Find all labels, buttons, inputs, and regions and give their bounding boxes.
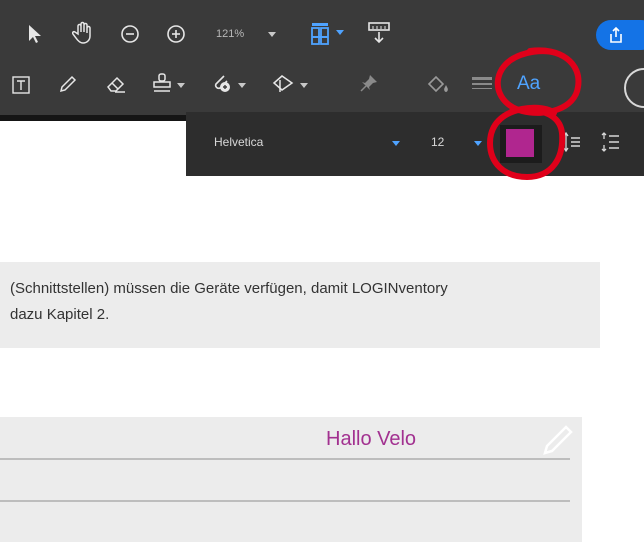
- form-line-2: [0, 500, 570, 502]
- form-field-area: [0, 417, 582, 542]
- stamp-dropdown-icon[interactable]: [177, 83, 185, 88]
- zoom-out-icon[interactable]: [118, 22, 142, 46]
- text-box-icon[interactable]: [10, 74, 32, 96]
- share-icon: [608, 26, 624, 49]
- font-dropdown-icon[interactable]: [392, 141, 400, 146]
- zoom-dropdown-icon[interactable]: [268, 32, 276, 37]
- fill-color-icon[interactable]: [424, 72, 450, 96]
- fit-page-icon[interactable]: [308, 20, 332, 48]
- eraser-icon[interactable]: [104, 72, 128, 96]
- scroll-mode-icon[interactable]: [366, 20, 392, 46]
- stamp-icon[interactable]: [150, 70, 174, 96]
- pencil-icon[interactable]: [56, 72, 80, 96]
- attach-icon[interactable]: [208, 70, 234, 96]
- select-pointer-icon[interactable]: [24, 22, 46, 46]
- hand-tool-icon[interactable]: [70, 20, 96, 46]
- form-text-value[interactable]: Hallo Velo: [326, 428, 416, 451]
- line-weight-icon[interactable]: [470, 74, 494, 94]
- fit-dropdown-icon[interactable]: [336, 30, 344, 35]
- pin-icon[interactable]: [358, 72, 380, 94]
- shape-dropdown-icon[interactable]: [300, 83, 308, 88]
- document-line-1: (Schnittstellen) müssen die Geräte verfü…: [10, 280, 448, 297]
- font-size-select[interactable]: 12: [431, 135, 444, 149]
- document-line-2: dazu Kapitel 2.: [10, 306, 110, 323]
- comment-toolbar: [0, 60, 644, 115]
- text-properties-button[interactable]: Aa: [517, 73, 540, 95]
- text-color-swatch[interactable]: [506, 129, 534, 157]
- edit-pencil-icon[interactable]: [538, 420, 578, 460]
- zoom-in-icon[interactable]: [164, 22, 188, 46]
- paragraph-spacing-icon[interactable]: [598, 130, 622, 154]
- form-line-1: [0, 458, 570, 460]
- document-text-block: [0, 262, 600, 348]
- zoom-level[interactable]: 121%: [216, 28, 244, 40]
- share-button[interactable]: [596, 20, 644, 50]
- size-dropdown-icon[interactable]: [474, 141, 482, 146]
- shape-icon[interactable]: [270, 70, 296, 96]
- font-family-select[interactable]: Helvetica: [214, 135, 263, 149]
- attach-dropdown-icon[interactable]: [238, 83, 246, 88]
- line-spacing-icon[interactable]: [560, 130, 582, 154]
